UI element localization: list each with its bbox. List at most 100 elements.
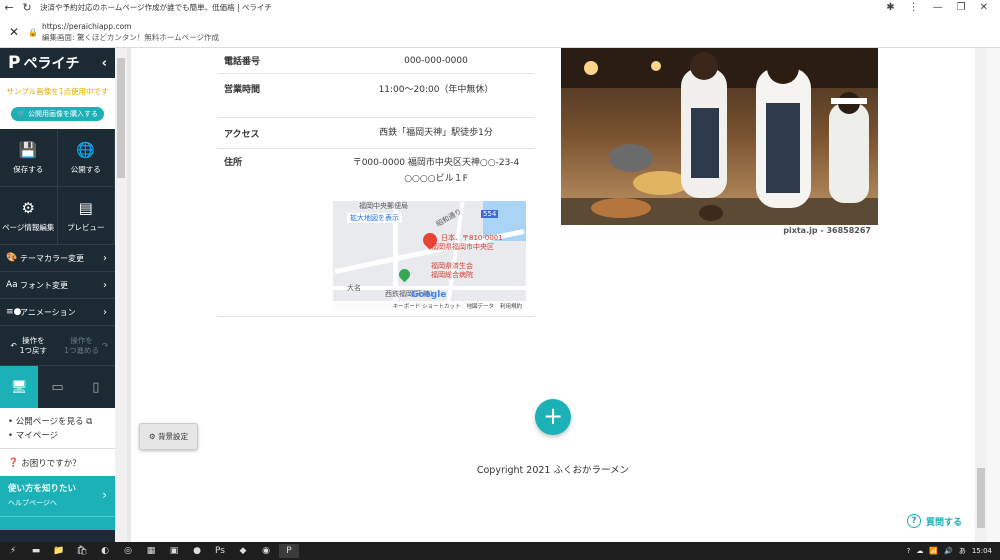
chevron-right-icon: ›	[103, 306, 107, 318]
info-key: アクセス	[224, 129, 260, 140]
close-popup-icon[interactable]: ✕	[0, 25, 28, 39]
url-box[interactable]: https://peraichiapp.com 編集画面: 驚くほどカンタン！無…	[42, 21, 219, 43]
add-block-button[interactable]: +	[535, 399, 571, 435]
globe-icon: 🌐	[76, 140, 96, 159]
howto-subtitle: ヘルプページへ	[8, 499, 57, 507]
animation-menu[interactable]: ≡● アニメーション ›	[0, 299, 115, 326]
logo-text: ペライチ	[23, 56, 80, 72]
info-key: 電話番号	[224, 57, 261, 67]
taskbar-app-icon[interactable]: ◆	[233, 544, 253, 558]
buy-image-label: 公開用画像を購入する	[27, 110, 98, 118]
buy-image-button[interactable]: 🛒 公開用画像を購入する	[11, 107, 104, 121]
taskbar-app-icon[interactable]: ▬	[26, 544, 46, 558]
volume-icon[interactable]: 🔊	[944, 547, 953, 555]
menu-dots-icon[interactable]: ⋮	[909, 2, 919, 13]
cloud-icon[interactable]: ☁	[916, 547, 923, 555]
my-page-link[interactable]: • マイページ	[8, 429, 107, 443]
back-arrow-icon[interactable]: ←	[0, 1, 18, 14]
redo-icon: ↷	[101, 340, 109, 350]
preview-button[interactable]: ▤ プレビュー	[57, 187, 115, 245]
desktop-view-icon[interactable]: 🖥	[0, 366, 39, 408]
photo-illustration	[561, 48, 878, 225]
help-question-link[interactable]: ❓ お困りですか？	[0, 448, 115, 476]
page-info-button[interactable]: ⚙ ページ情報編集	[0, 187, 58, 245]
logo-row: P ペライチ ‹	[0, 48, 115, 78]
info-row-phone[interactable]: 電話番号 000-000-0000	[218, 48, 534, 74]
font-icon: Aa	[6, 280, 18, 290]
peraichi-taskbar-icon[interactable]: P	[279, 544, 299, 558]
chevron-right-icon: ›	[103, 279, 107, 291]
info-key: 住所	[224, 158, 243, 168]
ime-indicator[interactable]: あ	[959, 546, 966, 556]
map-terms-link[interactable]: 利用規約	[500, 302, 522, 310]
page-scroll-thumb[interactable]	[977, 468, 985, 528]
page-links: • 公開ページを見る ⧉ • マイページ	[0, 408, 115, 448]
chrome-icon[interactable]: ◉	[256, 544, 276, 558]
browser-tabbar: ← ↻ 決済や予約対応のホームページ作成が誰でも簡単、低価格 | ペライチ ✱ …	[0, 0, 1000, 14]
chevron-right-icon: ›	[103, 252, 107, 264]
redo-line1: 操作を	[70, 335, 93, 345]
info-row-access[interactable]: アクセス 西鉄「福岡天神」駅徒歩1分	[218, 118, 534, 149]
sample-image-notice: サンプル画像を1点使用中です 🛒 公開用画像を購入する	[0, 78, 115, 129]
minimize-icon[interactable]: —	[933, 2, 943, 13]
photo-credit: pixta.jp - 36858267	[783, 226, 871, 235]
howto-help-button[interactable]: 使い方を知りたい ヘルプページへ ›	[0, 476, 115, 516]
publish-label: 公開する	[70, 164, 101, 174]
help-tray-icon[interactable]: ?	[907, 547, 911, 555]
save-button[interactable]: 💾 保存する	[0, 129, 58, 187]
start-icon[interactable]: ⚡	[3, 544, 23, 558]
theme-color-menu[interactable]: 🎨 テーマカラー変更 ›	[0, 245, 115, 272]
tablet-view-icon[interactable]: ▭	[38, 366, 76, 408]
google-map-embed[interactable]: 福岡中央郵便局 拡大地図を表示 昭和通り 554 日本、〒810-0001 福岡…	[333, 201, 526, 311]
map-shortcuts-link[interactable]: キーボード ショートカット	[393, 302, 461, 310]
store-icon[interactable]: 🛍	[72, 544, 92, 558]
info-value: 11:00～20:00（年中無休）	[378, 85, 494, 95]
question-mark-icon: ?	[907, 514, 921, 528]
restaurant-kitchen-photo[interactable]	[561, 48, 878, 225]
preview-icon: ▤	[78, 198, 93, 217]
photoshop-icon[interactable]: Ps	[210, 544, 230, 558]
google-logo: Google	[411, 290, 447, 300]
sample-warning-text: サンプル画像を1点使用中です	[6, 87, 109, 96]
right-gutter	[987, 48, 1000, 542]
redo-button[interactable]: 操作を 1つ進める ↷	[58, 326, 116, 365]
map-label: 福岡中央郵便局	[359, 202, 408, 210]
collapse-sidebar-icon[interactable]: ‹	[102, 56, 107, 71]
map-enlarge-link[interactable]: 拡大地図を表示	[347, 213, 402, 223]
url-text: https://peraichiapp.com	[41, 22, 132, 31]
extensions-icon[interactable]: ✱	[886, 2, 894, 13]
page-scrollbar[interactable]	[975, 48, 987, 542]
view-public-page-link[interactable]: • 公開ページを見る ⧉	[8, 415, 107, 429]
folder-icon[interactable]: 📁	[49, 544, 69, 558]
line-icon[interactable]: ●	[187, 544, 207, 558]
mobile-view-icon[interactable]: ▯	[77, 366, 115, 408]
undo-icon: ↶	[10, 340, 17, 350]
sidebar-scroll-thumb[interactable]	[117, 58, 125, 178]
font-change-menu[interactable]: Aa フォント変更 ›	[0, 272, 115, 299]
map-data-link[interactable]: 地図データ	[466, 302, 494, 310]
publish-button[interactable]: 🌐 公開する	[57, 129, 115, 187]
animation-icon: ≡●	[6, 307, 22, 317]
my-page-label: マイページ	[15, 431, 59, 441]
browser-edge-icon[interactable]: ◐	[95, 544, 115, 558]
close-window-icon[interactable]: ✕	[980, 2, 988, 13]
editor-sidebar: P ペライチ ‹ サンプル画像を1点使用中です 🛒 公開用画像を購入する 💾 保…	[0, 48, 115, 542]
ask-question-button[interactable]: ? 質問する	[895, 510, 975, 532]
taskbar-app-icon[interactable]: ▦	[141, 544, 161, 558]
browser-chrome: ← ↻ 決済や予約対応のホームページ作成が誰でも簡単、低価格 | ペライチ ✱ …	[0, 0, 1000, 48]
undo-button[interactable]: ↶ 操作を 1つ戻す	[0, 326, 58, 365]
background-settings-button[interactable]: ⚙ 背景設定	[139, 423, 198, 450]
save-label: 保存する	[13, 164, 44, 174]
clock[interactable]: 15:04	[972, 547, 992, 555]
reload-icon[interactable]: ↻	[18, 1, 36, 14]
wifi-icon[interactable]: 📶	[929, 547, 938, 555]
info-value: 000-000-0000	[404, 55, 468, 66]
taskbar-app-icon[interactable]: ▣	[164, 544, 184, 558]
info-row-hours[interactable]: 営業時間 11:00～20:00（年中無休）	[218, 74, 534, 118]
taskbar-app-icon[interactable]: ◎	[118, 544, 138, 558]
gear-icon: ⚙	[148, 432, 156, 441]
map-station-pin-icon	[396, 266, 413, 283]
peraichi-logo-icon: P	[8, 53, 21, 73]
sidebar-scrollbar[interactable]	[115, 48, 127, 542]
maximize-icon[interactable]: ❐	[957, 2, 966, 13]
